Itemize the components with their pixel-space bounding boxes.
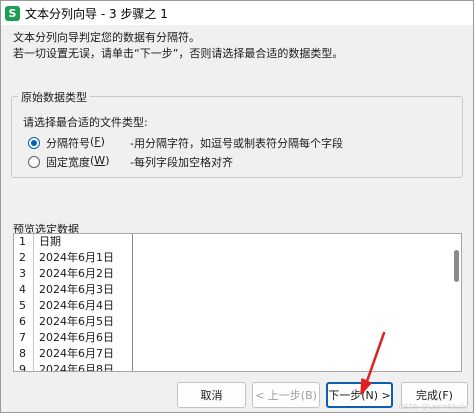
intro-text: 文本分列向导判定您的数据有分隔符。 若一切设置无误，请单击“下一步”，否则请选择… xyxy=(13,30,473,62)
back-button[interactable]: < 上一步(B) xyxy=(252,382,320,408)
preview-cell: 2024年6月2日 xyxy=(39,267,114,280)
fixed-width-option[interactable]: 固定宽度(W) -每列字段加空格对齐 xyxy=(28,154,233,170)
fixed-width-label[interactable]: 固定宽度(W) xyxy=(46,154,130,170)
delimited-description: -用分隔字符，如逗号或制表符分隔每个字段 xyxy=(130,137,343,150)
row-number: 4 xyxy=(19,283,26,296)
preview-cell: 2024年6月4日 xyxy=(39,299,114,312)
text-wizard-dialog: S 文本分列向导 - 3 步骤之 1 文本分列向导判定您的数据有分隔符。 若一切… xyxy=(0,0,474,413)
spreadsheet-app-icon: S xyxy=(5,5,20,21)
delimited-radio[interactable] xyxy=(28,137,40,149)
scroll-thumb[interactable] xyxy=(454,250,459,282)
preview-cell: 2024年6月5日 xyxy=(39,315,114,328)
preview-cell: 2024年6月7日 xyxy=(39,347,114,360)
preview-cell: 2024年6月1日 xyxy=(39,251,114,264)
row-number: 1 xyxy=(19,235,26,248)
fixed-width-description: -每列字段加空格对齐 xyxy=(130,156,233,169)
preview-cell: 2024年6月6日 xyxy=(39,331,114,344)
title-bar: S 文本分列向导 - 3 步骤之 1 xyxy=(1,1,473,25)
file-type-prompt: 请选择最合适的文件类型: xyxy=(23,116,148,129)
original-data-type-group: 原始数据类型 请选择最合适的文件类型: 分隔符号(F) -用分隔字符，如逗号或制… xyxy=(11,89,463,178)
fixed-width-radio[interactable] xyxy=(28,156,40,168)
row-number: 5 xyxy=(19,299,26,312)
delimited-option[interactable]: 分隔符号(F) -用分隔字符，如逗号或制表符分隔每个字段 xyxy=(28,135,343,151)
preview-cell: 2024年6月3日 xyxy=(39,283,114,296)
vertical-scrollbar[interactable] xyxy=(454,238,459,363)
preview-data-column[interactable]: 日期 2024年6月1日 2024年6月2日 2024年6月3日 2024年6月… xyxy=(34,234,133,371)
row-number: 9 xyxy=(19,363,26,372)
row-number: 3 xyxy=(19,267,26,280)
delimited-label[interactable]: 分隔符号(F) xyxy=(46,135,130,151)
group-legend: 原始数据类型 xyxy=(18,89,90,105)
intro-line-1: 文本分列向导判定您的数据有分隔符。 xyxy=(13,31,200,44)
row-number: 2 xyxy=(19,251,26,264)
intro-line-2: 若一切设置无误，请单击“下一步”，否则请选择最合适的数据类型。 xyxy=(13,47,344,60)
data-preview-pane[interactable]: 1 2 3 4 5 6 7 8 9 日期 2024年6月1日 2024年6月2日… xyxy=(13,233,462,372)
cancel-button[interactable]: 取消 xyxy=(177,382,246,408)
watermark: CSDN @LearnStudy xyxy=(399,403,468,411)
row-number: 7 xyxy=(19,331,26,344)
row-number-column: 1 2 3 4 5 6 7 8 9 xyxy=(14,234,34,371)
preview-cell: 2024年6月8日 xyxy=(39,363,114,372)
row-number: 6 xyxy=(19,315,26,328)
next-button[interactable]: 下一步(N) > xyxy=(326,382,393,408)
row-number: 8 xyxy=(19,347,26,360)
preview-cell: 日期 xyxy=(39,235,61,248)
window-title: 文本分列向导 - 3 步骤之 1 xyxy=(25,6,168,21)
